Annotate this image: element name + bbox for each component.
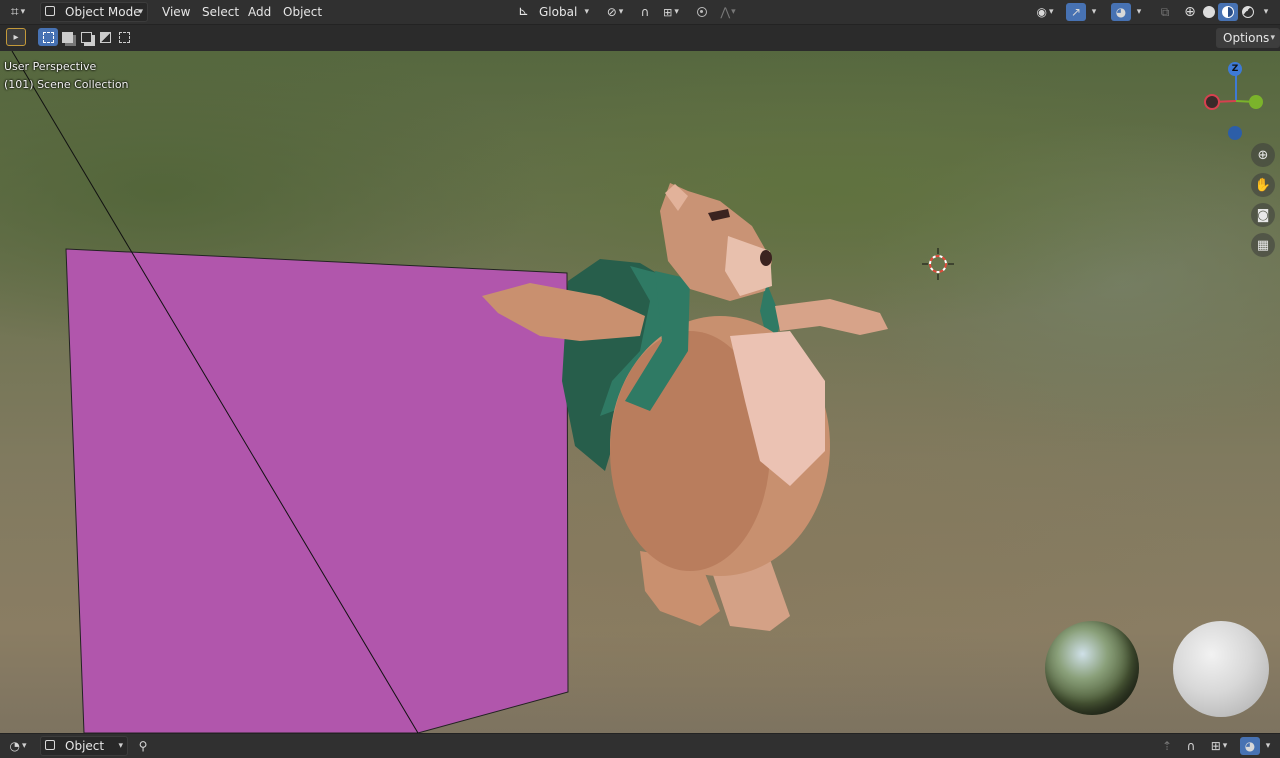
material-shading-icon xyxy=(1222,6,1234,18)
proportional-edit-toggle[interactable] xyxy=(692,3,712,21)
object-data-icon xyxy=(45,740,55,750)
transform-orientation-dropdown[interactable]: ⊾ Global ▾ xyxy=(514,2,594,22)
snap-target-icon: ⊞ xyxy=(663,5,673,19)
select-extend-icon xyxy=(61,31,73,43)
select-invert-icon xyxy=(99,31,111,43)
snap-target-icon: ⊞ xyxy=(1210,739,1221,753)
editor-type-icon: ⌗ xyxy=(10,4,19,20)
menu-view[interactable]: View xyxy=(156,0,196,24)
gizmo-dropdown[interactable]: ▾ xyxy=(1087,3,1101,21)
pin-button[interactable]: ⚲ xyxy=(133,737,153,755)
solid-shading-button[interactable] xyxy=(1199,3,1219,21)
zoom-button[interactable]: ⊕ xyxy=(1251,143,1275,167)
camera-view-button[interactable]: ◙ xyxy=(1251,203,1275,227)
timeline-header: ◔ ▾ Object ▾ ⚲ ⇡ ∩ ⊞ ▾ ◕ ▾ xyxy=(0,733,1280,758)
select-mode-extend[interactable] xyxy=(57,28,77,46)
grid-ortho-icon: ▦ xyxy=(1256,237,1270,253)
falloff-button[interactable]: ⋀ ▾ xyxy=(714,3,742,21)
select-mode-subtract[interactable] xyxy=(76,28,96,46)
view-name-text: User Perspective xyxy=(4,60,97,73)
overlay-dropdown[interactable]: ▾ xyxy=(1132,3,1146,21)
gizmo-z-axis[interactable]: Z xyxy=(1228,62,1242,76)
transform-orientation-icon: ⊾ xyxy=(518,4,529,19)
pin-icon: ⚲ xyxy=(138,739,148,753)
select-box-icon xyxy=(42,31,54,43)
3d-cursor xyxy=(922,248,954,280)
material-shading-button[interactable] xyxy=(1218,3,1238,21)
pan-button[interactable]: ✋ xyxy=(1251,173,1275,197)
xray-toggle[interactable]: ⧉ xyxy=(1155,3,1175,21)
object-mode-icon xyxy=(45,6,55,16)
select-mode-new[interactable] xyxy=(38,28,58,46)
mode-dropdown[interactable]: Object Mode ▾ xyxy=(40,2,148,22)
transform-orientation-label: Global xyxy=(539,5,578,19)
footer-mode-label: Object xyxy=(65,739,105,753)
snap-icon: ∩ xyxy=(640,5,650,19)
tool-header: ▸ Options ▾ xyxy=(0,25,1280,51)
solid-shading-icon xyxy=(1203,6,1215,18)
hand-pan-icon: ✋ xyxy=(1254,177,1272,193)
chevron-down-icon: ▾ xyxy=(1091,7,1097,17)
keyframe-jump-button[interactable]: ⇡ xyxy=(1157,737,1177,755)
rendered-shading-button[interactable] xyxy=(1238,3,1258,21)
overlay-icon: ◕ xyxy=(1115,5,1127,19)
zoom-icon: ⊕ xyxy=(1257,147,1269,163)
options-label: Options xyxy=(1223,31,1270,45)
footer-snap-target[interactable]: ⊞ ▾ xyxy=(1204,737,1234,755)
proportional-edit-icon xyxy=(697,7,707,17)
options-dropdown[interactable]: Options ▾ xyxy=(1216,28,1280,48)
xray-icon: ⧉ xyxy=(1160,4,1170,19)
chevron-down-icon: ▾ xyxy=(1265,741,1271,751)
select-mode-intersect[interactable] xyxy=(114,28,134,46)
cursor-select-icon: ▸ xyxy=(13,31,19,43)
shading-dropdown[interactable]: ▾ xyxy=(1259,3,1273,21)
snap-icon: ∩ xyxy=(1186,739,1196,753)
hdri-diffuse-sphere xyxy=(1173,621,1269,717)
menu-object[interactable]: Object xyxy=(277,0,328,24)
snap-toggle[interactable]: ∩ xyxy=(635,3,655,21)
pivot-icon: ⊘ xyxy=(606,5,617,19)
footer-mode-dropdown[interactable]: Object ▾ xyxy=(40,736,128,756)
mode-label: Object Mode xyxy=(65,5,141,19)
chevron-down-icon: ▾ xyxy=(138,7,143,17)
footer-snap-toggle[interactable]: ∩ xyxy=(1181,737,1201,755)
timeline-editor-type-button[interactable]: ◔ ▾ xyxy=(3,737,33,755)
wireframe-shading-icon: ⊕ xyxy=(1184,4,1196,20)
falloff-icon: ⋀ xyxy=(720,5,731,19)
collection-info-text: (101) Scene Collection xyxy=(4,78,129,91)
gizmo-icon: ↗ xyxy=(1070,5,1082,19)
magenta-plane xyxy=(65,248,569,733)
gizmo-toggle[interactable]: ↗ xyxy=(1066,3,1086,21)
snap-target-button[interactable]: ⊞ ▾ xyxy=(656,3,686,21)
pivot-point-button[interactable]: ⊘ ▾ xyxy=(600,3,630,21)
select-subtract-icon xyxy=(80,31,92,43)
ortho-toggle-button[interactable]: ▦ xyxy=(1251,233,1275,257)
visibility-icon: ◉ xyxy=(1036,5,1047,19)
visibility-button[interactable]: ◉ ▾ xyxy=(1030,3,1060,21)
select-mode-invert[interactable] xyxy=(95,28,115,46)
arrow-up-icon: ⇡ xyxy=(1161,739,1173,753)
chevron-down-icon: ▾ xyxy=(1263,7,1269,17)
chevron-down-icon: ▾ xyxy=(584,7,589,17)
3d-viewport[interactable]: User Perspective (101) Scene Collection … xyxy=(0,51,1280,733)
active-tool-button[interactable]: ▸ xyxy=(6,28,26,46)
menu-add[interactable]: Add xyxy=(242,0,277,24)
clock-icon: ◔ xyxy=(9,739,20,753)
editor-type-button[interactable]: ⌗ ▾ xyxy=(4,3,32,21)
camera-icon: ◙ xyxy=(1256,207,1270,223)
footer-overlay-toggle[interactable]: ◕ xyxy=(1240,737,1260,755)
hdri-reflection-sphere xyxy=(1045,621,1139,715)
overlay-icon: ◕ xyxy=(1244,739,1256,753)
chevron-down-icon: ▾ xyxy=(1270,33,1275,43)
chevron-down-icon: ▾ xyxy=(1136,7,1142,17)
footer-overlay-dropdown[interactable]: ▾ xyxy=(1261,737,1275,755)
viewport-header: ⌗ ▾ Object Mode ▾ View Select Add Object … xyxy=(0,0,1280,25)
menu-select[interactable]: Select xyxy=(196,0,245,24)
rendered-shading-icon xyxy=(1242,6,1254,18)
wireframe-shading-button[interactable]: ⊕ xyxy=(1180,3,1200,21)
chevron-down-icon: ▾ xyxy=(118,741,123,751)
overlay-toggle[interactable]: ◕ xyxy=(1111,3,1131,21)
select-intersect-icon xyxy=(118,31,130,43)
